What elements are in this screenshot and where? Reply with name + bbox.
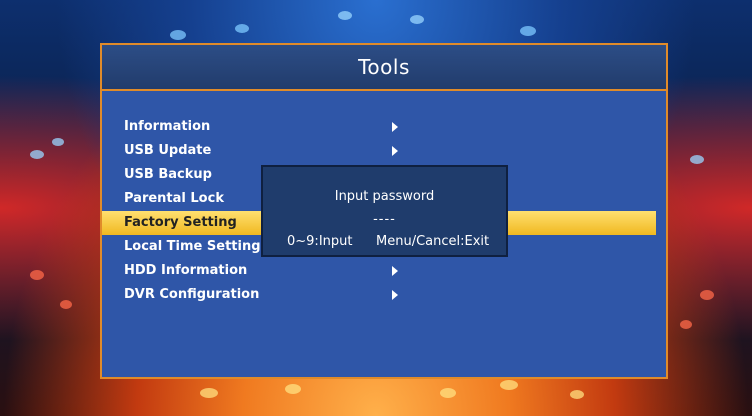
dialog-title: Input password	[334, 189, 435, 204]
submenu-arrow-icon	[392, 122, 398, 132]
hint-exit: Menu/Cancel:Exit	[376, 234, 490, 249]
page-title: Tools	[358, 55, 410, 79]
menu-item-information[interactable]: Information	[102, 115, 666, 139]
menu-item-label: USB Backup	[124, 167, 212, 182]
bokeh-dot	[30, 270, 44, 280]
menu-item-hdd-information[interactable]: HDD Information	[102, 259, 666, 283]
menu-item-label: USB Update	[124, 143, 212, 158]
bokeh-dot	[690, 155, 704, 164]
bokeh-dot	[60, 300, 72, 309]
menu-item-usb-update[interactable]: USB Update	[102, 139, 666, 163]
password-dialog: Input password ---- 0~9:Input Menu/Cance…	[261, 165, 508, 257]
bokeh-dot	[570, 390, 584, 399]
password-input[interactable]: ----	[263, 212, 506, 227]
bokeh-dot	[170, 30, 186, 40]
bokeh-dot	[200, 388, 218, 398]
menu-item-label: Local Time Setting	[124, 239, 261, 254]
bokeh-dot	[338, 11, 352, 20]
bokeh-dot	[30, 150, 44, 159]
menu-item-label: Information	[124, 119, 211, 134]
submenu-arrow-icon	[392, 290, 398, 300]
menu-item-label: Parental Lock	[124, 191, 224, 206]
bokeh-dot	[285, 384, 301, 394]
menu-item-label: DVR Configuration	[124, 287, 260, 302]
submenu-arrow-icon	[392, 146, 398, 156]
bokeh-dot	[440, 388, 456, 398]
bokeh-dot	[680, 320, 692, 329]
menu-item-label: Factory Setting	[124, 215, 237, 230]
hint-input: 0~9:Input	[287, 234, 353, 249]
bokeh-dot	[52, 138, 64, 146]
panel-title-bar: Tools	[102, 45, 666, 91]
bokeh-dot	[700, 290, 714, 300]
bokeh-dot	[235, 24, 249, 33]
menu-item-label: HDD Information	[124, 263, 248, 278]
submenu-arrow-icon	[392, 266, 398, 276]
bokeh-dot	[410, 15, 424, 24]
bokeh-dot	[520, 26, 536, 36]
bokeh-dot	[500, 380, 518, 390]
menu-item-dvr-configuration[interactable]: DVR Configuration	[102, 283, 666, 307]
